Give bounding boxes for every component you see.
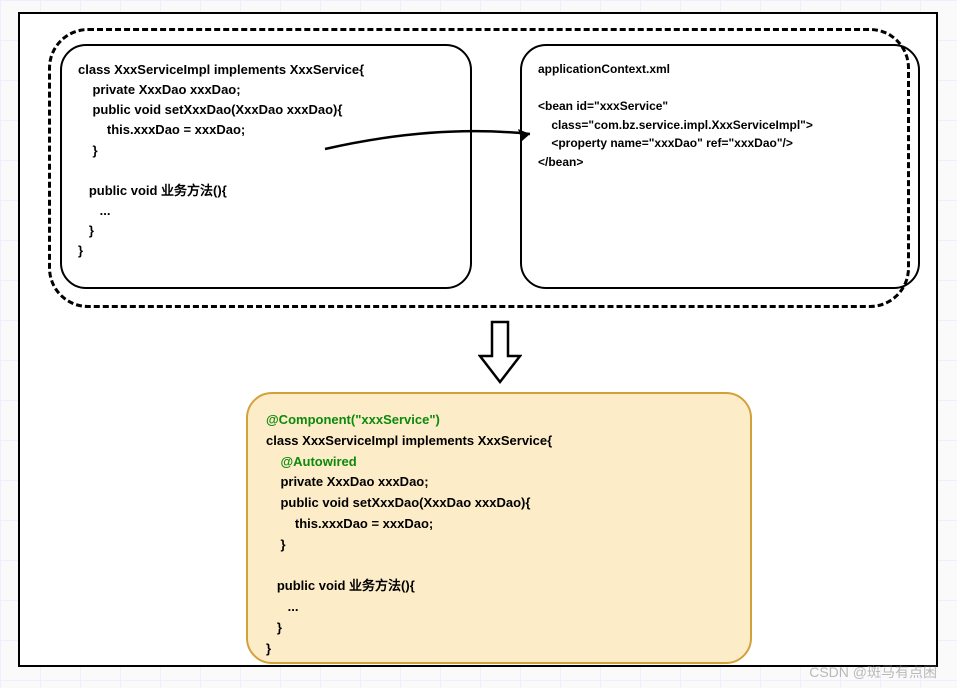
annotation-autowired: @Autowired [266, 454, 357, 469]
code-line: ... [266, 599, 299, 614]
annotated-service-impl-box: @Component("xxxService") class XxxServic… [246, 392, 752, 664]
watermark-text: CSDN @斑马有点困 [809, 662, 937, 682]
outer-frame: class XxxServiceImpl implements XxxServi… [18, 12, 938, 667]
annotation-component: @Component("xxxService") [266, 412, 440, 427]
code-line: } [266, 620, 282, 635]
code-line: } [266, 537, 286, 552]
code-line: class XxxServiceImpl implements XxxServi… [266, 433, 552, 448]
code-line: public void setXxxDao(XxxDao xxxDao){ [266, 495, 530, 510]
code-line: public void 业务方法(){ [266, 578, 415, 593]
code-line: this.xxxDao = xxxDao; [266, 516, 433, 531]
code-line: } [266, 641, 271, 656]
arrow-down-block-icon [478, 320, 522, 391]
arrow-right-icon [320, 129, 550, 169]
code-line: private XxxDao xxxDao; [266, 474, 429, 489]
